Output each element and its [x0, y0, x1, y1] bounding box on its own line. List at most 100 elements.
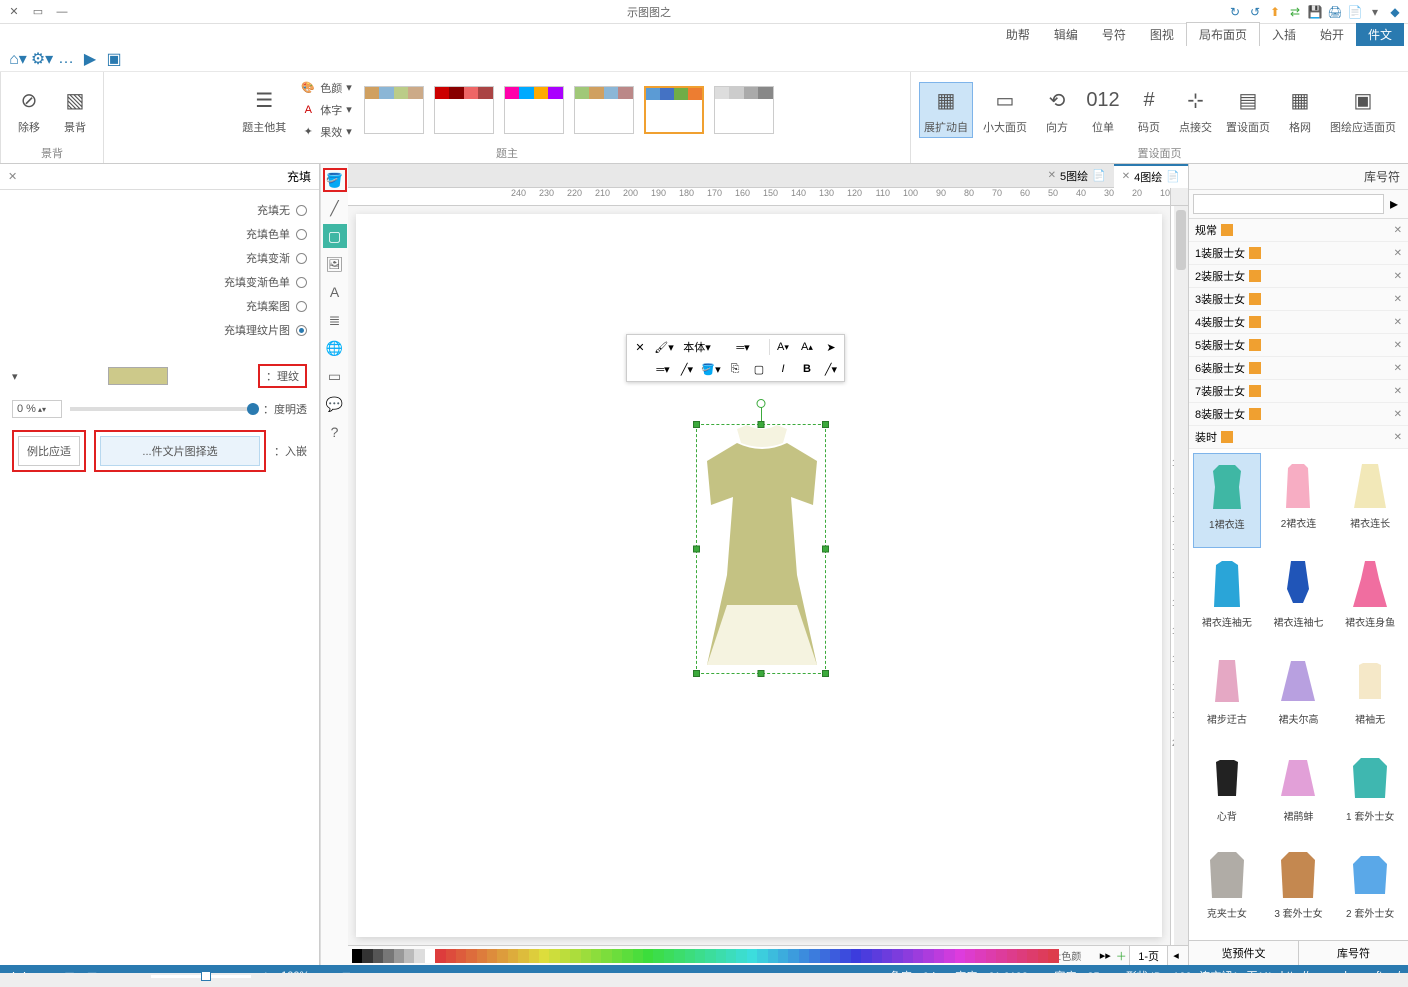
menutab-file[interactable]: 件文	[1356, 23, 1404, 46]
connector-icon[interactable]: ╱▾	[820, 359, 842, 379]
close-icon[interactable]: ✕	[1048, 170, 1056, 181]
resize-handle[interactable]	[693, 546, 700, 553]
connect-point-button[interactable]: ⊹点接交	[1175, 83, 1216, 137]
library-item[interactable]: ✕8装服士女	[1189, 403, 1408, 426]
transparency-slider[interactable]	[70, 407, 255, 411]
theme-colors-button[interactable]: 🎨色颜 ▾	[296, 78, 356, 98]
save-icon[interactable]: 💾	[1306, 3, 1324, 21]
radio-mono-gradient-fill[interactable]: 充填变渐色单	[12, 270, 307, 294]
library-item[interactable]: ✕2装服士女	[1189, 265, 1408, 288]
stretch-button[interactable]: 例比应适	[18, 436, 80, 466]
shape-item[interactable]: 裙衣连袖无	[1193, 552, 1261, 645]
layers-icon[interactable]: ≣	[323, 308, 347, 332]
fill-bucket-icon[interactable]: 🪣	[323, 168, 347, 192]
shape-item[interactable]: 裙袖无	[1336, 649, 1404, 742]
page-tab[interactable]: 1-页	[1129, 945, 1168, 966]
paintbrush-icon[interactable]: 🖌▾	[653, 337, 675, 357]
line-style-icon[interactable]: ═▾	[652, 359, 674, 379]
grid-button[interactable]: ▦格网	[1280, 83, 1320, 137]
close-icon[interactable]: ✕	[1394, 317, 1402, 328]
close-icon[interactable]: ✕	[1122, 171, 1130, 182]
rotate-handle[interactable]	[757, 399, 766, 408]
library-item[interactable]: ✕4装服士女	[1189, 311, 1408, 334]
menutab-pagelayout[interactable]: 局布面页	[1186, 22, 1260, 46]
slideshow-icon[interactable]: ▣	[104, 49, 124, 69]
bold-icon[interactable]: B	[796, 359, 818, 379]
shadow-icon[interactable]: ▢	[323, 224, 347, 248]
doc-tab-drawing5[interactable]: 📄5图绘✕	[1040, 165, 1114, 187]
close-icon[interactable]: ✕	[1394, 248, 1402, 259]
close-icon[interactable]: ✕	[629, 337, 651, 357]
help-icon[interactable]: ?	[323, 420, 347, 444]
more-themes-button[interactable]: ☰题主他其	[238, 83, 290, 137]
close-icon[interactable]: ✕	[1394, 363, 1402, 374]
doc-icon[interactable]: 📄	[1346, 3, 1364, 21]
close-icon[interactable]: ✕	[1394, 225, 1402, 236]
export-icon[interactable]: ⬆	[1266, 3, 1284, 21]
window-minimize-icon[interactable]: —	[52, 4, 72, 20]
area-auto-button[interactable]: ▣图绘应适面页	[1326, 83, 1400, 137]
close-icon[interactable]: ✕	[8, 170, 17, 183]
theme-swatch-6[interactable]	[364, 86, 424, 134]
resize-handle[interactable]	[693, 670, 700, 677]
font-larger-icon[interactable]: A▴	[796, 337, 818, 357]
window-restore-icon[interactable]: ▭	[28, 4, 48, 20]
radio-solid-fill[interactable]: 充填色单	[12, 222, 307, 246]
transparency-value[interactable]: 0 %▴▾	[12, 400, 62, 418]
canvas[interactable]: ➤ A▴ A▾ ═▾ 本体▾ 🖌▾ ✕ ╱▾ B I	[356, 214, 1162, 937]
share-icon[interactable]: ⇄	[1286, 3, 1304, 21]
gear-icon[interactable]: ⚙▾	[32, 49, 52, 69]
page-add-icon[interactable]: ＋	[1113, 948, 1129, 964]
auto-size-button[interactable]: ▦ 展扩动自	[919, 82, 973, 138]
theme-effects-button[interactable]: ✦果效 ▾	[296, 122, 356, 142]
shape-item[interactable]: 裙夫尔高	[1265, 649, 1333, 742]
footer-tab-preview[interactable]: 览预件文	[1189, 941, 1298, 965]
close-icon[interactable]: ✕	[1394, 409, 1402, 420]
bg-button[interactable]: ▧景背	[55, 83, 95, 137]
shape-item[interactable]: 2裙衣连	[1265, 453, 1333, 548]
dress-shape[interactable]	[697, 425, 827, 675]
radio-gradient-fill[interactable]: 充填变渐	[12, 246, 307, 270]
radio-texture-fill[interactable]: 充填理纹片图	[12, 318, 307, 342]
unit-button[interactable]: 012位单	[1083, 83, 1123, 137]
page-prev-icon[interactable]: ◂	[1168, 949, 1184, 962]
menutab-edit[interactable]: 辑编	[1042, 23, 1090, 46]
page-config-button[interactable]: ▤置设面页	[1222, 83, 1274, 137]
hyperlink-icon[interactable]: 🌐	[323, 336, 347, 360]
library-item[interactable]: ✕规常	[1189, 219, 1408, 242]
radio-no-fill[interactable]: 充填无	[12, 198, 307, 222]
library-search-input[interactable]	[1193, 194, 1384, 214]
orientation-button[interactable]: ⟲向方	[1037, 83, 1077, 137]
shape-item[interactable]: 2 套外士女	[1336, 843, 1404, 936]
italic-icon[interactable]: I	[772, 359, 794, 379]
pointer-icon[interactable]: ➤	[820, 337, 842, 357]
shape-item[interactable]: 裙步迂古	[1193, 649, 1261, 742]
page-size-button[interactable]: ▭小大面页	[979, 83, 1031, 137]
play-icon[interactable]: ▶	[80, 49, 100, 69]
choose-image-button[interactable]: ...件文片图择选	[100, 436, 260, 466]
library-item[interactable]: ✕装时	[1189, 426, 1408, 449]
doc-tab-drawing4[interactable]: 📄4图绘✕	[1114, 164, 1188, 188]
footer-tab-lib[interactable]: 库号符	[1298, 941, 1408, 965]
theme-swatch-2[interactable]	[644, 86, 704, 134]
shape-item[interactable]: 克夹士女	[1193, 843, 1261, 936]
color-palette-strip[interactable]	[352, 949, 1058, 963]
close-icon[interactable]: ✕	[1394, 271, 1402, 282]
resize-handle[interactable]	[758, 670, 765, 677]
shape-item[interactable]: 1裙衣连	[1193, 453, 1261, 548]
undo-icon[interactable]: ↺	[1246, 3, 1264, 21]
vertical-scrollbar[interactable]	[1174, 206, 1188, 945]
shape-item[interactable]: 1 套外士女	[1336, 746, 1404, 839]
menutab-help[interactable]: 助帮	[994, 23, 1042, 46]
resize-handle[interactable]	[693, 421, 700, 428]
close-icon[interactable]: ✕	[1394, 432, 1402, 443]
resize-handle[interactable]	[758, 421, 765, 428]
theme-swatch-1[interactable]	[714, 86, 774, 134]
text-icon[interactable]: A	[323, 280, 347, 304]
library-item[interactable]: ✕7装服士女	[1189, 380, 1408, 403]
library-item[interactable]: ✕5装服士女	[1189, 334, 1408, 357]
theme-swatch-3[interactable]	[574, 86, 634, 134]
page-next-icon[interactable]: ▸▸	[1097, 949, 1113, 962]
shape-item[interactable]: 裙鹃蚌	[1265, 746, 1333, 839]
search-icon[interactable]: ▸	[1384, 194, 1404, 214]
